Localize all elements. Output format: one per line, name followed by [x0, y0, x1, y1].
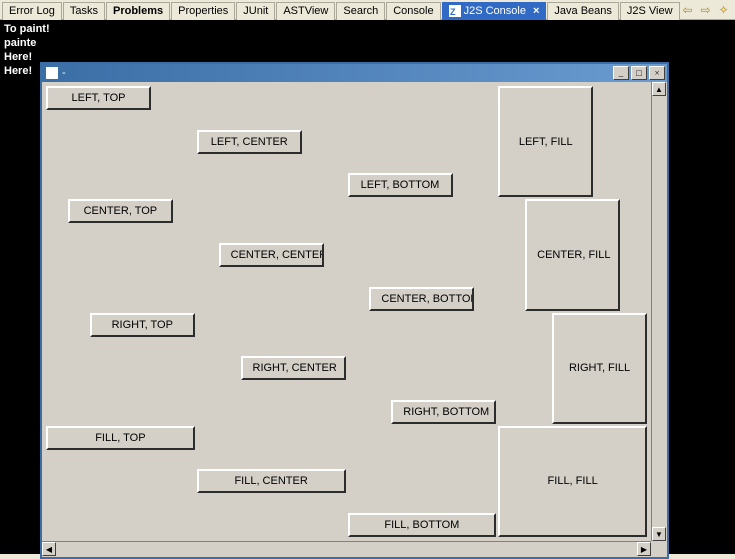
minimize-button[interactable]: _ — [613, 66, 629, 80]
tab-label: Properties — [178, 5, 228, 17]
layout-grid: LEFT, TOP LEFT, CENTER LEFT, BOTTOM LEFT… — [42, 82, 651, 541]
fill-fill-button[interactable]: FILL, FILL — [498, 426, 647, 537]
tab-junit[interactable]: JUnit — [236, 2, 275, 20]
tab-label: Java Beans — [554, 5, 611, 17]
tab-label: Console — [393, 5, 433, 17]
fill-top-button[interactable]: FILL, TOP — [46, 426, 195, 450]
horizontal-scrollbar[interactable]: ◀ ▶ — [42, 541, 651, 557]
right-top-button[interactable]: RIGHT, TOP — [90, 313, 195, 337]
center-bottom-button[interactable]: CENTER, BOTTOM — [369, 287, 474, 311]
tab-tasks[interactable]: Tasks — [63, 2, 105, 20]
center-top-button[interactable]: CENTER, TOP — [68, 199, 173, 223]
close-icon[interactable]: × — [533, 5, 539, 17]
right-fill-button[interactable]: RIGHT, FILL — [552, 313, 647, 424]
tab-j2s-console[interactable]: Z J2S Console × — [442, 2, 547, 20]
close-button[interactable]: × — [649, 66, 665, 80]
tab-java-beans[interactable]: Java Beans — [547, 2, 618, 20]
right-center-button[interactable]: RIGHT, CENTER — [241, 356, 346, 380]
right-bottom-button[interactable]: RIGHT, BOTTOM — [391, 400, 496, 424]
tab-label: Error Log — [9, 5, 55, 17]
window-titlebar[interactable]: - _ □ × — [42, 64, 667, 82]
tab-strip: Error Log Tasks Problems Properties JUni… — [0, 0, 735, 20]
tab-label: J2S Console — [464, 5, 526, 17]
scroll-up-icon[interactable]: ▲ — [652, 82, 666, 96]
tab-label: Search — [343, 5, 378, 17]
left-bottom-button[interactable]: LEFT, BOTTOM — [348, 173, 453, 197]
tab-properties[interactable]: Properties — [171, 2, 235, 20]
tab-label: J2S View — [627, 5, 673, 17]
fill-center-button[interactable]: FILL, CENTER — [197, 469, 346, 493]
tab-problems[interactable]: Problems — [106, 2, 170, 20]
scroll-down-icon[interactable]: ▼ — [652, 527, 666, 541]
tab-console[interactable]: Console — [386, 2, 440, 20]
tab-label: JUnit — [243, 5, 268, 17]
tab-astview[interactable]: ASTView — [276, 2, 335, 20]
svg-text:Z: Z — [450, 7, 456, 17]
left-center-button[interactable]: LEFT, CENTER — [197, 130, 302, 154]
link-icon[interactable]: ✧ — [717, 3, 731, 17]
tab-label: Problems — [113, 5, 163, 17]
j2s-icon: Z — [449, 5, 461, 17]
scrollbar-corner — [651, 541, 667, 557]
window-client: LEFT, TOP LEFT, CENTER LEFT, BOTTOM LEFT… — [42, 82, 667, 557]
tab-search[interactable]: Search — [336, 2, 385, 20]
center-center-button[interactable]: CENTER, CENTER — [219, 243, 324, 267]
vertical-scrollbar[interactable]: ▲ ▼ — [651, 82, 667, 541]
tab-label: ASTView — [283, 5, 328, 17]
fill-bottom-button[interactable]: FILL, BOTTOM — [348, 513, 497, 537]
left-fill-button[interactable]: LEFT, FILL — [498, 86, 593, 197]
tab-label: Tasks — [70, 5, 98, 17]
forward-icon[interactable]: ⇨ — [699, 3, 713, 17]
back-icon[interactable]: ⇦ — [681, 3, 695, 17]
window-icon — [46, 67, 58, 79]
maximize-button[interactable]: □ — [631, 66, 647, 80]
window-title: - — [62, 67, 66, 79]
console-area: To paint! painte Here! Here! - _ □ × LEF… — [0, 20, 735, 554]
left-top-button[interactable]: LEFT, TOP — [46, 86, 151, 110]
center-fill-button[interactable]: CENTER, FILL — [525, 199, 620, 310]
tab-j2s-view[interactable]: J2S View — [620, 2, 680, 20]
tab-toolbar: ⇦ ⇨ ✧ ▭ □ — [681, 3, 735, 17]
demo-window: - _ □ × LEFT, TOP LEFT, CENTER LEFT, BOT… — [40, 62, 669, 559]
tab-error-log[interactable]: Error Log — [2, 2, 62, 20]
